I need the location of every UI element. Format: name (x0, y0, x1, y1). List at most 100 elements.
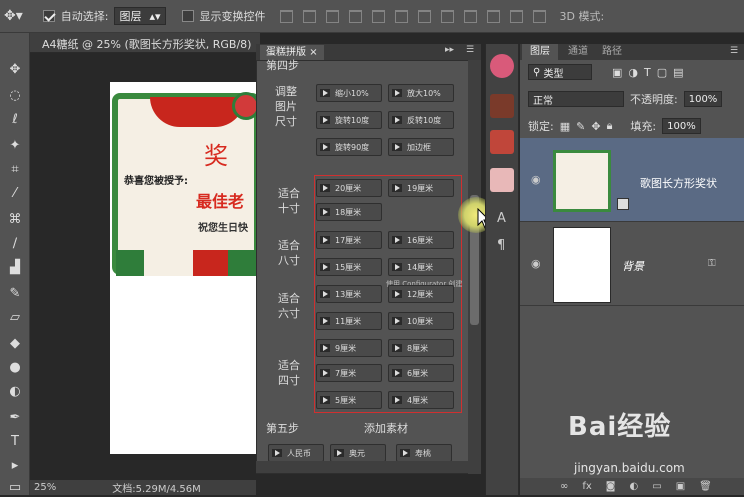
show-transform-checkbox[interactable] (181, 10, 194, 22)
path-select-icon[interactable]: ▸ (5, 457, 25, 475)
enlarge-10-button[interactable]: 放大10% (388, 84, 454, 102)
eye-icon[interactable]: ◉ (531, 173, 541, 186)
layer-name[interactable]: 歌图长方形奖状 (640, 175, 717, 191)
move-tool-icon[interactable]: ✥▾ (4, 8, 23, 24)
filter-type-icon[interactable]: T (644, 66, 651, 79)
tab-channels[interactable]: 通道 (560, 44, 596, 60)
reverse-10-button[interactable]: 反转10度 (388, 111, 454, 129)
lock-all-icon[interactable]: 🔒︎ (607, 119, 613, 133)
auto-select-checkbox[interactable] (42, 10, 55, 22)
material-peach-button[interactable]: 寿桃 (396, 444, 452, 462)
eyedropper-icon[interactable]: ⁄ (5, 185, 25, 203)
size-10-button[interactable]: 10厘米 (388, 312, 454, 330)
stamp-icon[interactable]: ▟ (5, 259, 25, 277)
distribute-bottom-icon[interactable] (463, 9, 477, 23)
size-20-button[interactable]: 20厘米 (316, 179, 382, 197)
size-13-button[interactable]: 13厘米 (316, 285, 382, 303)
opacity-input[interactable]: 100% (683, 91, 723, 107)
new-layer-icon[interactable]: ▣ (676, 481, 685, 492)
layer-name[interactable]: 背景 (622, 258, 644, 274)
panel-menu-icon[interactable]: ☰ (466, 45, 474, 55)
healing-brush-icon[interactable]: ⌘ (5, 211, 25, 229)
eye-icon[interactable]: ◉ (531, 257, 541, 270)
distribute-top-icon[interactable] (417, 9, 431, 23)
lock-transparent-icon[interactable]: ▦ (560, 120, 570, 133)
size-19-button[interactable]: 19厘米 (388, 179, 454, 197)
distribute-left-icon[interactable] (486, 9, 500, 23)
size-8-button[interactable]: 8厘米 (388, 339, 454, 357)
decoration-icon[interactable] (490, 130, 514, 154)
fill-input[interactable]: 100% (662, 118, 701, 134)
layers-menu-icon[interactable]: ☰ (730, 46, 738, 56)
zoom-level[interactable]: 25% (34, 482, 56, 493)
size-6-button[interactable]: 6厘米 (388, 364, 454, 382)
trash-icon[interactable]: 🗑︎ (699, 481, 712, 492)
size-18-button[interactable]: 18厘米 (316, 203, 382, 221)
shrink-10-button[interactable]: 缩小10% (316, 84, 382, 102)
align-center-icon[interactable] (371, 9, 385, 23)
fx-icon[interactable]: fx (582, 481, 591, 492)
align-bottom-icon[interactable] (325, 9, 339, 23)
auto-select-dropdown[interactable]: 图层 ▴▾ (114, 7, 166, 25)
paint-bucket-icon[interactable]: ◆ (5, 335, 25, 353)
align-right-icon[interactable] (394, 9, 408, 23)
size-11-button[interactable]: 11厘米 (316, 312, 382, 330)
play-panel-icon[interactable] (490, 168, 514, 192)
candy-icon[interactable] (490, 54, 514, 78)
tab-layers[interactable]: 图层 (522, 44, 558, 60)
panel-collapse-icon[interactable]: ▸▸ (445, 45, 454, 55)
cake-icon[interactable] (490, 94, 514, 118)
size-16-button[interactable]: 16厘米 (388, 231, 454, 249)
lock-paint-icon[interactable]: ✎ (576, 120, 585, 133)
type-icon[interactable]: T (5, 433, 25, 451)
blur-icon[interactable]: ● (5, 359, 25, 377)
size-4-button[interactable]: 4厘米 (388, 391, 454, 409)
add-border-button[interactable]: 加边框 (388, 138, 454, 156)
eraser-icon[interactable]: ▱ (5, 309, 25, 327)
tab-paths[interactable]: 路径 (594, 44, 630, 60)
shape-icon[interactable]: ▭ (5, 479, 25, 497)
material-rmb-button[interactable]: 人民币 (268, 444, 324, 462)
rotate-10-button[interactable]: 旋转10度 (316, 111, 382, 129)
move-icon[interactable]: ✥ (5, 61, 25, 79)
document-tab[interactable]: A4糖纸 @ 25% (歌图长方形奖状, RGB/8) (30, 33, 260, 53)
filter-pixel-icon[interactable]: ▣ (612, 66, 622, 79)
size-17-button[interactable]: 17厘米 (316, 231, 382, 249)
link-icon[interactable]: ∞ (560, 481, 568, 492)
mask-icon[interactable]: ◙ (606, 481, 616, 492)
size-5-button[interactable]: 5厘米 (316, 391, 382, 409)
dodge-icon[interactable]: ◐ (5, 383, 25, 401)
rotate-90-button[interactable]: 旋转90度 (316, 138, 382, 156)
filter-adjust-icon[interactable]: ◑ (628, 66, 638, 79)
align-middle-icon[interactable] (302, 9, 316, 23)
filter-shape-icon[interactable]: ▢ (657, 66, 667, 79)
size-15-button[interactable]: 15厘米 (316, 258, 382, 276)
brush-icon[interactable]: ∕ (5, 235, 25, 253)
lasso-icon[interactable]: ℓ (5, 111, 25, 129)
distribute-center-icon[interactable] (509, 9, 523, 23)
size-9-button[interactable]: 9厘米 (316, 339, 382, 357)
layer-filter-dropdown[interactable]: ⚲ 类型 (528, 64, 592, 80)
adjustment-icon[interactable]: ◐ (630, 481, 639, 492)
crop-icon[interactable]: ⌗ (5, 161, 25, 179)
horizontal-scrollbar[interactable] (256, 461, 468, 473)
distribute-right-icon[interactable] (532, 9, 546, 23)
size-7-button[interactable]: 7厘米 (316, 364, 382, 382)
size-14-button[interactable]: 14厘米 (388, 258, 454, 276)
align-top-icon[interactable] (279, 9, 293, 23)
material-aoyuan-button[interactable]: 奥元 (330, 444, 386, 462)
distribute-middle-icon[interactable] (440, 9, 454, 23)
close-icon[interactable]: × (309, 47, 317, 58)
pen-icon[interactable]: ✒ (5, 409, 25, 427)
filter-smart-icon[interactable]: ▤ (673, 66, 683, 79)
blend-mode-dropdown[interactable]: 正常 (528, 91, 624, 107)
group-icon[interactable]: ▭ (652, 481, 661, 492)
text-tool-panel-icon[interactable]: A (497, 211, 506, 226)
history-brush-icon[interactable]: ✎ (5, 285, 25, 303)
magic-wand-icon[interactable]: ✦ (5, 137, 25, 155)
marquee-icon[interactable]: ◌ (5, 87, 25, 105)
paragraph-panel-icon[interactable]: ¶ (497, 238, 505, 253)
size-12-button[interactable]: 12厘米 (388, 285, 454, 303)
align-left-icon[interactable] (348, 9, 362, 23)
lock-position-icon[interactable]: ✥ (591, 120, 600, 133)
